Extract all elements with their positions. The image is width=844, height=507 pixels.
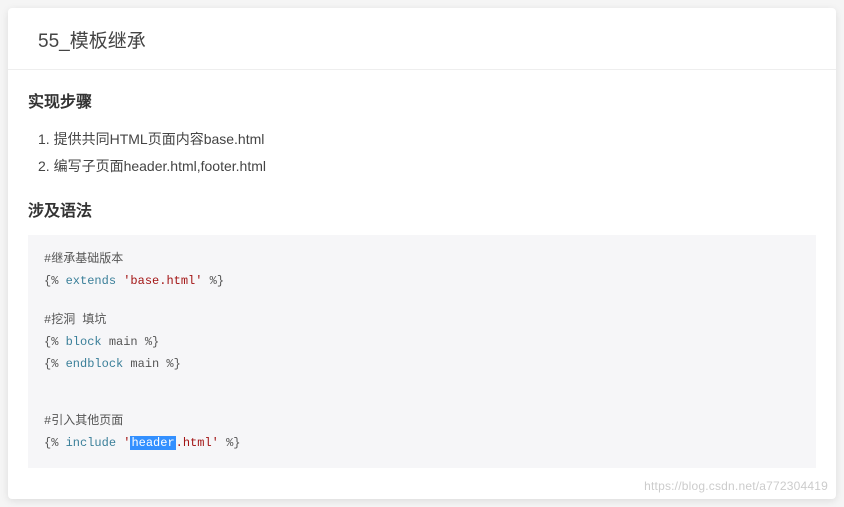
code-line [44,375,800,393]
code-line: #继承基础版本 [44,249,800,271]
steps-list: 提供共同HTML页面内容base.html 编写子页面header.html,f… [28,126,816,179]
document-card: 55_模板继承 实现步骤 提供共同HTML页面内容base.html 编写子页面… [8,8,836,499]
code-block: #继承基础版本 {% extends 'base.html' %} #挖洞 填坑… [28,235,816,468]
code-line: #引入其他页面 [44,411,800,433]
code-line: {% include 'header.html' %} [44,433,800,455]
code-line: #挖洞 填坑 [44,310,800,332]
page-title: 55_模板继承 [38,26,806,53]
selected-text: header [130,436,175,450]
watermark: https://blog.csdn.net/a772304419 [644,479,828,493]
syntax-heading: 涉及语法 [28,197,816,221]
code-line: {% endblock main %} [44,354,800,376]
code-line: {% block main %} [44,332,800,354]
code-line [44,292,800,310]
list-item: 提供共同HTML页面内容base.html [38,126,816,153]
code-line: {% extends 'base.html' %} [44,271,800,293]
title-row: 55_模板继承 [8,8,836,70]
content-area: 实现步骤 提供共同HTML页面内容base.html 编写子页面header.h… [8,70,836,478]
list-item: 编写子页面header.html,footer.html [38,153,816,180]
code-line [44,393,800,411]
steps-heading: 实现步骤 [28,88,816,112]
